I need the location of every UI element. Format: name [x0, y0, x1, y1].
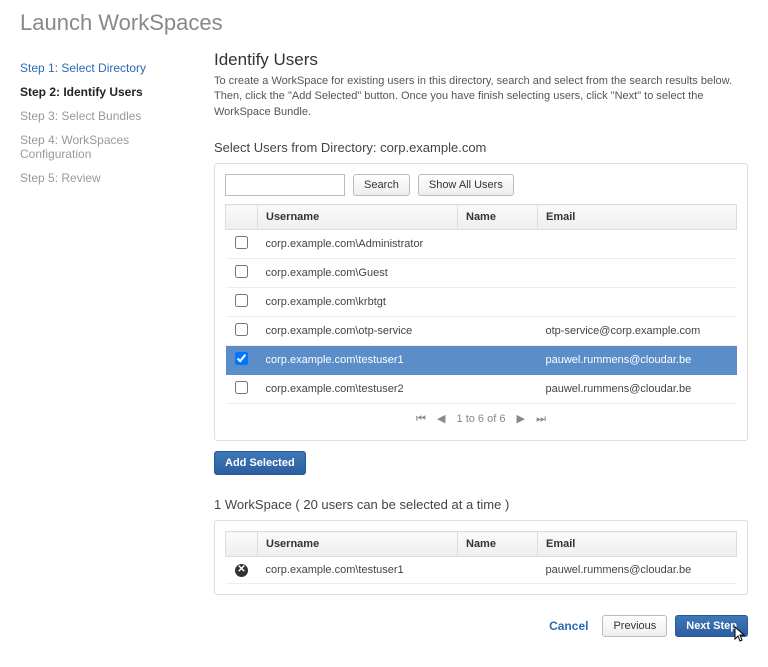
add-selected-button[interactable]: Add Selected [214, 451, 306, 475]
table-row[interactable]: corp.example.com\krbtgt [226, 288, 737, 317]
sel-col-blank [226, 532, 258, 557]
cell-username: corp.example.com\testuser1 [258, 346, 458, 375]
users-table: Username Name Email corp.example.com\Adm… [225, 204, 737, 404]
next-step-button[interactable]: Next Step [675, 615, 748, 637]
cell-name [458, 259, 538, 288]
sel-col-name[interactable]: Name [458, 532, 538, 557]
row-checkbox[interactable] [235, 236, 248, 249]
table-row[interactable]: corp.example.com\Guest [226, 259, 737, 288]
cell-name [458, 317, 538, 346]
cell-email [538, 259, 737, 288]
page-title: Launch WorkSpaces [20, 10, 748, 36]
show-all-users-button[interactable]: Show All Users [418, 174, 514, 196]
cell-name [458, 375, 538, 404]
row-checkbox[interactable] [235, 323, 248, 336]
table-row[interactable]: corp.example.com\testuser1 pauwel.rummens… [226, 346, 737, 375]
section-description: To create a WorkSpace for existing users… [214, 74, 748, 120]
step-4: Step 4: WorkSpaces Configuration [20, 128, 190, 166]
table-row[interactable]: corp.example.com\otp-service otp-service@… [226, 317, 737, 346]
step-5: Step 5: Review [20, 166, 190, 190]
cell-name [458, 230, 538, 259]
cell-email: pauwel.rummens@cloudar.be [538, 375, 737, 404]
col-checkbox [226, 205, 258, 230]
cell-name [458, 346, 538, 375]
cell-name [458, 288, 538, 317]
sel-col-username[interactable]: Username [258, 532, 458, 557]
table-row[interactable]: corp.example.com\testuser2 pauwel.rummens… [226, 375, 737, 404]
previous-button[interactable]: Previous [602, 615, 667, 637]
cell-username: corp.example.com\Administrator [258, 230, 458, 259]
cell-email [538, 288, 737, 317]
row-checkbox[interactable] [235, 294, 248, 307]
pager-next-icon[interactable]: ▶ [517, 413, 525, 425]
remove-icon[interactable]: ✕ [235, 564, 248, 577]
directory-label: Select Users from Directory: corp.exampl… [214, 140, 748, 155]
selected-table: Username Name Email ✕ corp.example.com\te… [225, 531, 737, 584]
cell-username: corp.example.com\krbtgt [258, 288, 458, 317]
step-1[interactable]: Step 1: Select Directory [20, 56, 190, 80]
cell-email [538, 230, 737, 259]
cell-username: corp.example.com\testuser2 [258, 375, 458, 404]
cell-email: pauwel.rummens@cloudar.be [538, 557, 737, 584]
cell-username: corp.example.com\testuser1 [258, 557, 458, 584]
cell-email: pauwel.rummens@cloudar.be [538, 346, 737, 375]
directory-users-box: Search Show All Users Username Name Emai… [214, 163, 748, 441]
step-2[interactable]: Step 2: Identify Users [20, 80, 190, 104]
pager-text: 1 to 6 of 6 [457, 413, 506, 425]
pager: ⏮ ◀ 1 to 6 of 6 ▶ ⏭ [225, 404, 737, 430]
row-checkbox[interactable] [235, 381, 248, 394]
cancel-link[interactable]: Cancel [549, 619, 588, 633]
cell-username: corp.example.com\Guest [258, 259, 458, 288]
wizard-steps-nav: Step 1: Select Directory Step 2: Identif… [20, 50, 190, 647]
pager-last-icon[interactable]: ⏭ [536, 413, 546, 425]
cell-email: otp-service@corp.example.com [538, 317, 737, 346]
row-checkbox[interactable] [235, 352, 248, 365]
col-name[interactable]: Name [458, 205, 538, 230]
step-3: Step 3: Select Bundles [20, 104, 190, 128]
table-row[interactable]: corp.example.com\Administrator [226, 230, 737, 259]
selected-heading: 1 WorkSpace ( 20 users can be selected a… [214, 497, 748, 512]
col-email[interactable]: Email [538, 205, 737, 230]
table-row: ✕ corp.example.com\testuser1 pauwel.rummen… [226, 557, 737, 584]
row-checkbox[interactable] [235, 265, 248, 278]
pager-first-icon[interactable]: ⏮ [416, 413, 426, 425]
sel-col-email[interactable]: Email [538, 532, 737, 557]
cell-name [458, 557, 538, 584]
search-input[interactable] [225, 174, 345, 196]
search-button[interactable]: Search [353, 174, 410, 196]
col-username[interactable]: Username [258, 205, 458, 230]
section-heading: Identify Users [214, 50, 748, 70]
selected-users-box: Username Name Email ✕ corp.example.com\te… [214, 520, 748, 595]
cell-username: corp.example.com\otp-service [258, 317, 458, 346]
pager-prev-icon[interactable]: ◀ [437, 413, 445, 425]
